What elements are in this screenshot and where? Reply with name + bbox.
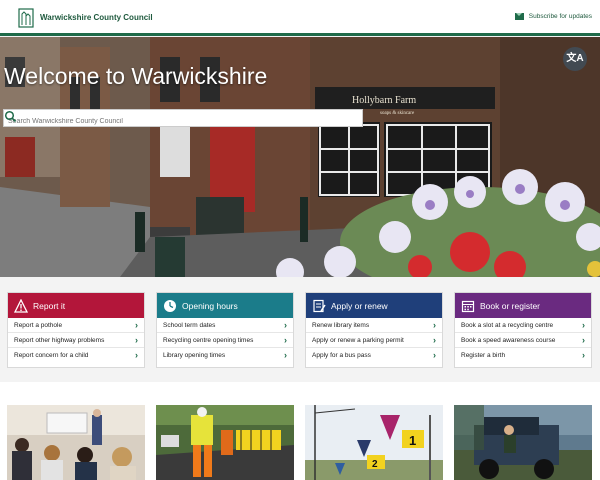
card-link-library-times[interactable]: Library opening times › xyxy=(157,348,293,363)
chevron-right-icon: › xyxy=(135,350,138,360)
chevron-right-icon: › xyxy=(284,319,287,330)
quick-links: Report it Report a pothole › Report other… xyxy=(0,278,600,382)
hero-banner: Hollybarn Farm soaps & skincare Welcome … xyxy=(0,37,600,277)
card-title: Apply or renew xyxy=(331,300,388,311)
subscribe-link[interactable]: Subscribe for updates xyxy=(514,13,592,20)
card-title: Book or register xyxy=(480,300,540,311)
card-link-bus-pass[interactable]: Apply for a bus pass › xyxy=(306,348,442,363)
chevron-right-icon: › xyxy=(582,319,585,330)
link-label: Report other highway problems xyxy=(14,336,105,344)
card-report-it: Report it Report a pothole › Report other… xyxy=(7,292,145,368)
link-label: Recycling centre opening times xyxy=(163,336,254,344)
link-label: Apply for a bus pass xyxy=(312,352,371,359)
card-header[interactable]: Report it xyxy=(8,293,144,318)
link-label: Library opening times xyxy=(163,352,226,359)
subscribe-label: Subscribe for updates xyxy=(528,13,592,20)
card-book-register: Book or register Book a slot at a recycl… xyxy=(454,292,592,368)
card-link-report-highway[interactable]: Report other highway problems › xyxy=(8,333,144,348)
form-icon xyxy=(313,299,326,312)
chevron-right-icon: › xyxy=(433,334,436,345)
link-label: Report a pothole xyxy=(14,321,63,329)
classroom-image xyxy=(7,405,145,480)
card-link-parking-permit[interactable]: Apply or renew a parking permit › xyxy=(306,333,442,348)
chevron-right-icon: › xyxy=(433,350,436,360)
site-name[interactable]: Warwickshire County Council xyxy=(40,13,153,22)
link-label: Apply or renew a parking permit xyxy=(312,336,404,344)
card-apply-renew: Apply or renew Renew library items › Appl… xyxy=(305,292,443,368)
search-bar xyxy=(3,109,363,130)
chevron-right-icon: › xyxy=(582,350,585,360)
roadworks-photo[interactable] xyxy=(156,405,294,480)
signs-photo[interactable]: 1 2 xyxy=(305,405,443,480)
link-label: Renew library items xyxy=(312,321,370,329)
calendar-icon xyxy=(461,300,475,312)
translate-icon[interactable]: 文A xyxy=(563,47,587,71)
utility-vehicle-image xyxy=(454,405,592,480)
featured-images: 1 2 xyxy=(0,382,600,480)
classroom-photo[interactable] xyxy=(7,405,145,480)
warning-icon xyxy=(14,298,28,313)
card-header[interactable]: Apply or renew xyxy=(306,293,442,318)
svg-text:2: 2 xyxy=(372,459,378,470)
signs-image: 1 2 xyxy=(305,405,443,480)
clock-icon xyxy=(164,299,176,312)
site-header: Warwickshire County Council Subscribe fo… xyxy=(0,0,600,36)
card-link-term-dates[interactable]: School term dates › xyxy=(157,318,293,333)
shop-sign-sub: soaps & skincare xyxy=(380,111,415,116)
utility-vehicle-photo[interactable] xyxy=(454,405,592,480)
link-label: Report concern for a child xyxy=(14,352,89,359)
link-label: Book a speed awareness course xyxy=(461,336,556,344)
chevron-right-icon: › xyxy=(135,319,138,330)
card-opening-hours: Opening hours School term dates › Recycli… xyxy=(156,292,294,368)
card-link-book-recycling[interactable]: Book a slot at a recycling centre › xyxy=(455,318,591,333)
chevron-right-icon: › xyxy=(582,334,585,345)
svg-text:1: 1 xyxy=(409,433,416,448)
link-label: Book a slot at a recycling centre xyxy=(461,321,554,329)
shop-sign: Hollybarn Farm xyxy=(352,95,416,106)
roadworks-image xyxy=(156,405,294,480)
link-label: School term dates xyxy=(163,321,216,329)
chevron-right-icon: › xyxy=(284,334,287,345)
card-link-register-birth[interactable]: Register a birth › xyxy=(455,348,591,363)
card-title: Opening hours xyxy=(182,300,238,311)
council-logo-icon[interactable] xyxy=(18,8,34,28)
card-title: Report it xyxy=(33,300,66,311)
card-link-report-pothole[interactable]: Report a pothole › xyxy=(8,318,144,333)
card-header[interactable]: Book or register xyxy=(455,293,591,318)
search-icon[interactable] xyxy=(4,110,17,123)
chevron-right-icon: › xyxy=(284,350,287,360)
link-label: Register a birth xyxy=(461,352,506,359)
search-input[interactable] xyxy=(4,113,339,130)
chevron-right-icon: › xyxy=(135,334,138,345)
card-link-recycling-times[interactable]: Recycling centre opening times › xyxy=(157,333,293,348)
card-link-report-child[interactable]: Report concern for a child › xyxy=(8,348,144,363)
card-header[interactable]: Opening hours xyxy=(157,293,293,318)
hero-title: Welcome to Warwickshire xyxy=(4,63,268,89)
card-link-renew-library[interactable]: Renew library items › xyxy=(306,318,442,333)
envelope-icon xyxy=(514,13,524,20)
chevron-right-icon: › xyxy=(433,319,436,330)
card-link-speed-course[interactable]: Book a speed awareness course › xyxy=(455,333,591,348)
